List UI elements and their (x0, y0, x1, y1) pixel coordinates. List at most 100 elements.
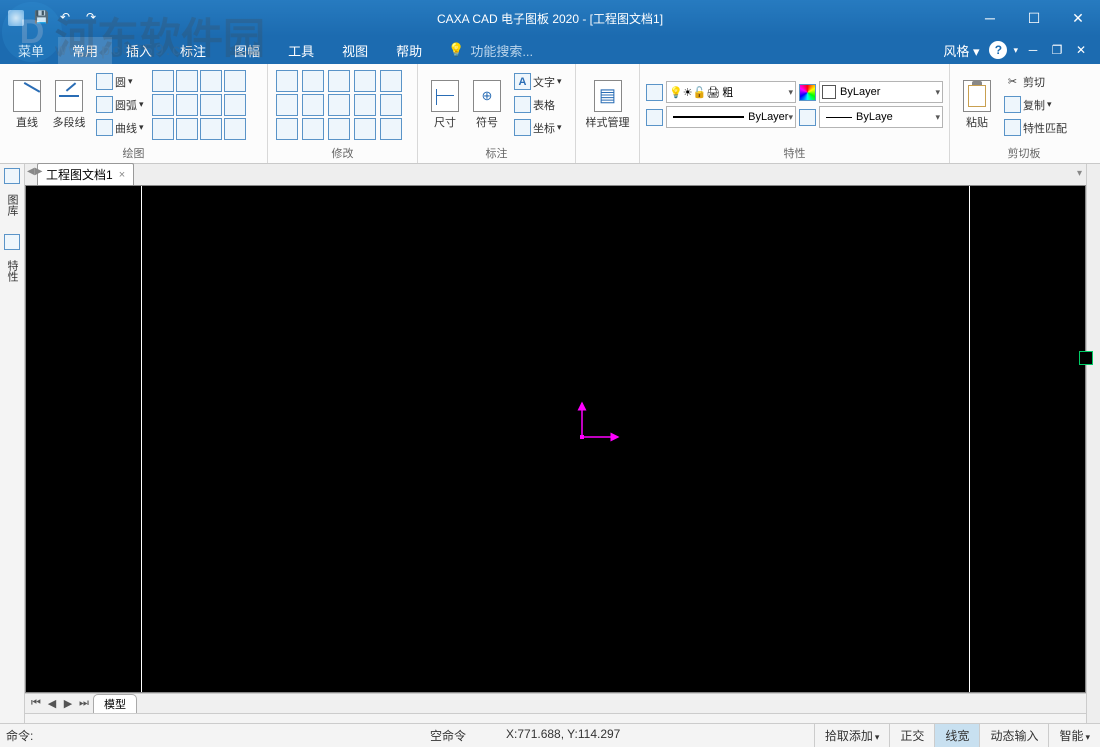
draw-tool-1[interactable] (152, 70, 174, 92)
doc-restore-button[interactable]: ❐ (1048, 43, 1066, 57)
modify-tool-14[interactable] (354, 118, 376, 140)
status-lineweight[interactable]: 线宽 (934, 724, 979, 747)
status-dynamic-input[interactable]: 动态输入 (979, 724, 1048, 747)
linetype-dropdown[interactable]: ByLayer ▾ (666, 106, 796, 128)
modify-tool-2[interactable] (302, 70, 324, 92)
status-pick-mode[interactable]: 拾取添加▾ (814, 724, 890, 747)
table-button[interactable]: 表格 (510, 94, 566, 115)
library-tab[interactable]: 图库 (2, 190, 22, 220)
modify-tool-8[interactable] (328, 94, 350, 116)
modify-tool-7[interactable] (302, 94, 324, 116)
doc-minimize-button[interactable]: ─ (1024, 43, 1042, 57)
cut-button[interactable]: ✂剪切 (1000, 71, 1071, 92)
modify-tool-13[interactable] (328, 118, 350, 140)
menu-common[interactable]: 常用 (58, 37, 112, 64)
layer-props-icon[interactable] (646, 109, 663, 126)
color-dropdown[interactable]: ByLayer ▾ (819, 81, 943, 103)
draw-tool-7[interactable] (200, 94, 222, 116)
bulb-icon: 💡 (669, 86, 683, 99)
line-icon (13, 80, 41, 112)
doc-close-button[interactable]: ✕ (1072, 43, 1090, 57)
modify-tool-9[interactable] (354, 94, 376, 116)
draw-tool-12[interactable] (224, 118, 246, 140)
command-prompt[interactable]: 命令: (0, 727, 39, 744)
modify-tool-15[interactable] (380, 118, 402, 140)
function-search[interactable]: 💡 功能搜索... (448, 41, 533, 60)
menu-sheet[interactable]: 图幅 (220, 37, 274, 64)
polyline-button[interactable]: 多段线 (48, 77, 90, 133)
draw-tool-2[interactable] (176, 70, 198, 92)
help-button[interactable]: ? (989, 41, 1007, 59)
modify-tool-3[interactable] (328, 70, 350, 92)
maximize-button[interactable]: ☐ (1012, 0, 1056, 36)
symbol-button[interactable]: ⊕ 符号 (466, 77, 508, 133)
color-picker-icon[interactable] (799, 84, 816, 101)
library-tab-icon[interactable] (4, 168, 20, 184)
tab-overflow[interactable]: ▾ (1077, 168, 1082, 179)
draw-tool-8[interactable] (224, 94, 246, 116)
style-dropdown[interactable]: 风格 ▾ (939, 39, 983, 62)
app-icon[interactable] (8, 10, 24, 26)
group-draw-label: 绘图 (0, 145, 267, 163)
style-manager-button[interactable]: 样式管理 (582, 77, 633, 133)
curve-button[interactable]: 曲线 ▾ (92, 117, 148, 138)
qat-redo-icon[interactable]: ↷ (86, 10, 102, 26)
menu-annotate[interactable]: 标注 (166, 37, 220, 64)
menu-insert[interactable]: 插入 (112, 37, 166, 64)
modify-tool-12[interactable] (302, 118, 324, 140)
text-button[interactable]: A文字 ▾ (510, 71, 566, 92)
group-annotate-label: 标注 (418, 145, 575, 163)
draw-tool-10[interactable] (176, 118, 198, 140)
match-icon (1004, 119, 1021, 136)
ribbon: 直线 多段线 圆 ▾ 圆弧 ▾ 曲线 ▾ (0, 64, 1100, 164)
tab-nav-prev[interactable]: ◀ (45, 697, 59, 710)
circle-button[interactable]: 圆 ▾ (92, 71, 148, 92)
dimension-button[interactable]: 尺寸 (424, 77, 466, 133)
menu-tools[interactable]: 工具 (274, 37, 328, 64)
lineweight-dropdown[interactable]: ByLaye ▾ (819, 106, 943, 128)
menu-view[interactable]: 视图 (328, 37, 382, 64)
draw-tool-11[interactable] (200, 118, 222, 140)
document-tab-1[interactable]: 工程图文档1 × (37, 163, 134, 185)
match-props-button[interactable]: 特性匹配 (1000, 117, 1071, 138)
draw-tool-3[interactable] (200, 70, 222, 92)
draw-tool-5[interactable] (152, 94, 174, 116)
modify-tool-5[interactable] (380, 70, 402, 92)
line-button[interactable]: 直线 (6, 77, 48, 133)
coord-button[interactable]: 坐标 ▾ (510, 117, 566, 138)
draw-tool-9[interactable] (152, 118, 174, 140)
right-scrollbar[interactable] (1086, 164, 1100, 723)
arc-button[interactable]: 圆弧 ▾ (92, 94, 148, 115)
draw-tool-6[interactable] (176, 94, 198, 116)
paste-icon (963, 80, 991, 112)
modify-tool-11[interactable] (276, 118, 298, 140)
status-ortho[interactable]: 正交 (889, 724, 934, 747)
status-intelligent[interactable]: 智能▾ (1048, 724, 1100, 747)
copy-button[interactable]: 复制 ▾ (1000, 94, 1071, 115)
tab-nav-last[interactable]: ⏭ (77, 697, 91, 710)
drawing-canvas[interactable] (25, 185, 1086, 693)
layer-list-icon[interactable] (646, 84, 663, 101)
modify-tool-4[interactable] (354, 70, 376, 92)
tab-nav-left[interactable]: ◀▶ (27, 166, 42, 177)
group-style: 样式管理 (576, 64, 640, 163)
minimize-button[interactable]: ─ (968, 0, 1012, 36)
properties-tab[interactable]: 特性 (2, 256, 22, 286)
qat-save-icon[interactable]: 💾 (34, 10, 50, 26)
model-tab[interactable]: 模型 (93, 694, 137, 714)
close-button[interactable]: ✕ (1056, 0, 1100, 36)
tab-nav-next[interactable]: ▶ (61, 697, 75, 710)
paste-button[interactable]: 粘贴 (956, 77, 998, 133)
properties-tab-icon[interactable] (4, 234, 20, 250)
modify-tool-6[interactable] (276, 94, 298, 116)
menu-file[interactable]: 菜单 (4, 37, 58, 64)
draw-tool-4[interactable] (224, 70, 246, 92)
modify-tool-10[interactable] (380, 94, 402, 116)
layer-state-dropdown[interactable]: 💡☀🔓🖨 粗 ▾ (666, 81, 796, 103)
menu-help[interactable]: 帮助 (382, 37, 436, 64)
qat-undo-icon[interactable]: ↶ (60, 10, 76, 26)
tab-nav-first[interactable]: ⏮ (29, 697, 43, 710)
document-tab-close[interactable]: × (119, 169, 125, 181)
modify-tool-1[interactable] (276, 70, 298, 92)
lineweight-icon[interactable] (799, 109, 816, 126)
